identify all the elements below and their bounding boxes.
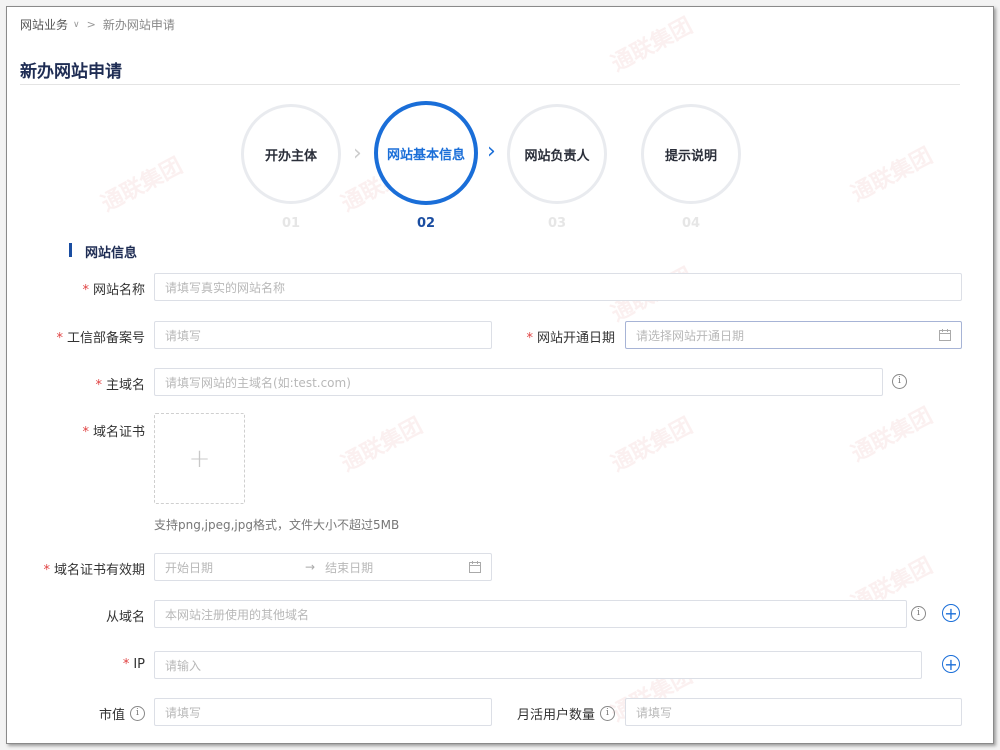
watermark: 通联集团	[337, 413, 427, 477]
open-date-label: * 网站开通日期	[526, 327, 615, 346]
label-text: IP	[133, 657, 145, 672]
section-title: 网站信息	[85, 246, 138, 261]
upload-hint: 支持png,jpeg,jpg格式，文件大小不超过5MB	[154, 518, 400, 532]
add-ip-button[interactable]: +	[942, 655, 960, 673]
step-number: 03	[547, 216, 567, 231]
icp-input[interactable]: 请填写	[154, 321, 492, 349]
ip-input[interactable]: 请输入	[154, 651, 922, 679]
required-mark: *	[82, 283, 89, 298]
info-icon[interactable]: i	[911, 606, 926, 621]
breadcrumb-current: 新办网站申请	[102, 18, 175, 32]
watermark: 通联集团	[97, 153, 187, 217]
label-text: 月活用户数量	[516, 708, 595, 723]
label-text: 网站名称	[92, 283, 145, 298]
step-label: 网站基本信息	[386, 147, 465, 163]
chevron-right-icon: ›	[487, 139, 496, 164]
cert-upload-button[interactable]: +	[154, 413, 245, 504]
page-title: 新办网站申请	[20, 62, 122, 82]
arrow-right-icon: →	[305, 560, 316, 574]
required-mark: *	[56, 331, 63, 346]
step-4[interactable]: 提示说明	[641, 104, 741, 204]
required-mark: *	[122, 657, 130, 672]
placeholder: 请选择网站开通日期	[636, 328, 745, 343]
ip-label: * IP	[123, 657, 145, 672]
breadcrumb-parent[interactable]: 网站业务	[20, 16, 68, 33]
step-1[interactable]: 开办主体	[241, 104, 341, 204]
required-mark: *	[526, 331, 533, 346]
placeholder: 请填写真实的网站名称	[165, 280, 286, 295]
mau-input[interactable]: 请填写	[625, 698, 962, 726]
main-domain-input[interactable]: 请填写网站的主域名(如:test.com)	[154, 368, 883, 396]
info-icon[interactable]: i	[130, 706, 145, 721]
calendar-icon[interactable]	[469, 561, 481, 573]
required-mark: *	[82, 425, 89, 440]
placeholder: 请填写网站的主域名(如:test.com)	[165, 375, 351, 390]
label-text: 域名证书有效期	[53, 563, 145, 578]
step-label: 提示说明	[664, 148, 717, 164]
breadcrumb-separator-icon: >	[86, 18, 96, 31]
label-text: 市值	[98, 708, 125, 723]
chevron-down-icon[interactable]: ∨	[73, 20, 80, 30]
info-icon[interactable]: i	[892, 374, 907, 389]
label-text: 工信部备案号	[66, 331, 145, 346]
site-name-input[interactable]: 请填写真实的网站名称	[154, 273, 962, 301]
breadcrumb: 网站业务 ∨ > 新办网站申请	[20, 16, 175, 33]
placeholder: 本网站注册使用的其他域名	[165, 607, 310, 622]
step-number: 01	[281, 216, 301, 231]
watermark: 通联集团	[847, 403, 937, 467]
label-text: 网站开通日期	[536, 331, 615, 346]
chevron-right-icon: ›	[353, 141, 362, 166]
required-mark: *	[43, 563, 50, 578]
step-label: 开办主体	[264, 148, 317, 164]
open-date-picker[interactable]: 请选择网站开通日期	[625, 321, 962, 349]
calendar-icon[interactable]	[939, 329, 951, 341]
main-domain-label: * 主域名	[95, 374, 145, 393]
sub-domain-input[interactable]: 本网站注册使用的其他域名	[154, 600, 907, 628]
icp-label: * 工信部备案号	[56, 327, 145, 346]
app-window: 通联集团 通联集团 通联集团 通联集团 通联集团 通联集团 通联集团 通联集团 …	[6, 6, 994, 744]
step-label: 网站负责人	[524, 148, 590, 164]
label-text: 从域名	[105, 610, 145, 625]
watermark: 通联集团	[607, 13, 697, 77]
cert-validity-label: * 域名证书有效期	[43, 559, 145, 578]
label-text: 主域名	[105, 378, 145, 393]
watermark: 通联集团	[607, 413, 697, 477]
add-sub-domain-button[interactable]: +	[942, 604, 960, 622]
step-2[interactable]: 网站基本信息	[374, 101, 478, 205]
site-name-label: * 网站名称	[82, 279, 145, 298]
cert-validity-range-picker[interactable]: 开始日期 → 结束日期	[154, 553, 492, 581]
step-number: 02	[416, 216, 436, 231]
section-marker	[69, 243, 72, 257]
end-date-placeholder[interactable]: 结束日期	[325, 559, 373, 576]
market-value-input[interactable]: 请填写	[154, 698, 492, 726]
info-icon[interactable]: i	[600, 706, 615, 721]
market-value-label: 市值 i	[99, 704, 145, 723]
plus-icon: +	[188, 443, 211, 474]
cert-label: * 域名证书	[82, 421, 145, 440]
title-divider	[20, 84, 960, 85]
placeholder: 请填写	[165, 328, 202, 343]
sub-domain-label: 从域名	[106, 606, 145, 625]
required-mark: *	[95, 378, 102, 393]
placeholder: 请输入	[165, 658, 202, 673]
step-number: 04	[681, 216, 701, 231]
mau-label: 月活用户数量 i	[517, 704, 615, 723]
watermark: 通联集团	[847, 143, 937, 207]
start-date-placeholder[interactable]: 开始日期	[165, 559, 305, 576]
step-3[interactable]: 网站负责人	[507, 104, 607, 204]
placeholder: 请填写	[636, 705, 673, 720]
label-text: 域名证书	[92, 425, 145, 440]
placeholder: 请填写	[165, 705, 202, 720]
